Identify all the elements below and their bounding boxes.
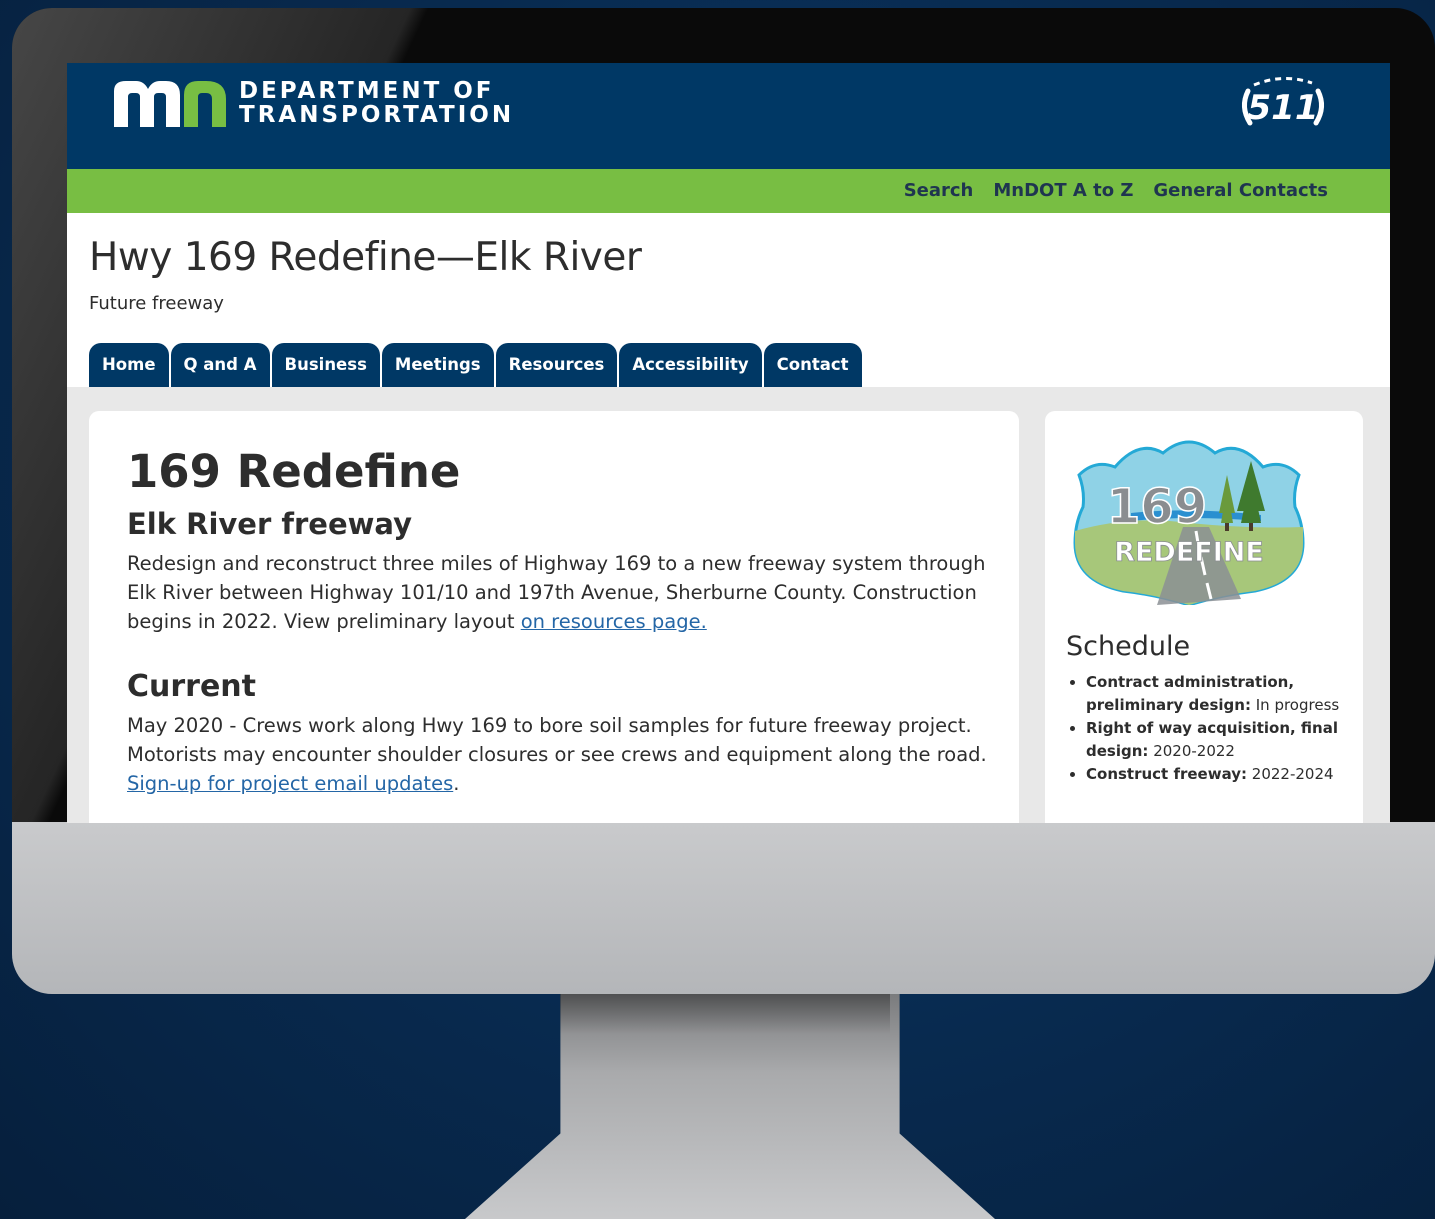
schedule-list: Contract administration, preliminary des… [1066, 671, 1366, 786]
logo-text[interactable]: DEPARTMENT OF TRANSPORTATION [239, 79, 514, 127]
stand-shadow [560, 994, 890, 1034]
current-update-period: . [453, 772, 460, 795]
redefine-logo-icon: 169 REDEFINE [1073, 440, 1305, 605]
tab-accessibility[interactable]: Accessibility [619, 343, 762, 387]
schedule-item-value: In progress [1255, 696, 1340, 714]
resources-page-link[interactable]: on resources page. [521, 610, 707, 633]
schedule-item: Right of way acquisition, final design: … [1086, 717, 1366, 763]
redefine-logo-word: REDEFINE [1114, 537, 1264, 568]
utility-bar: Search MnDOT A to Z General Contacts [67, 169, 1390, 213]
monitor-chin [12, 822, 1435, 994]
badge-511-icon[interactable]: 511 [1234, 73, 1332, 133]
page-subtitle: Future freeway [89, 293, 224, 314]
main-title: 169 Redefine [127, 445, 461, 498]
tab-bar: Home Q and A Business Meetings Resources… [89, 343, 862, 387]
logo-line-2: TRANSPORTATION [239, 102, 515, 128]
tab-resources[interactable]: Resources [495, 343, 618, 387]
schedule-item-value: 2022-2024 [1251, 765, 1334, 783]
sidebar-card: 169 REDEFINE Schedule Contract administr… [1045, 411, 1363, 823]
schedule-item-label: Construct freeway: [1086, 765, 1248, 783]
email-signup-link[interactable]: Sign-up for project email updates [127, 772, 453, 795]
logo-line-1: DEPARTMENT OF [239, 78, 495, 104]
schedule-item: Construct freeway: 2022-2024 [1086, 763, 1366, 786]
tab-q-and-a[interactable]: Q and A [170, 343, 270, 387]
page-title: Hwy 169 Redefine—Elk River [89, 235, 642, 280]
schedule-title: Schedule [1066, 631, 1191, 662]
tab-business[interactable]: Business [271, 343, 380, 387]
schedule-item: Contract administration, preliminary des… [1086, 671, 1366, 717]
tab-home[interactable]: Home [89, 343, 169, 387]
utility-link-search[interactable]: Search [904, 180, 974, 201]
badge-511-text: 511 [1248, 88, 1319, 128]
redefine-logo-number: 169 [1107, 479, 1207, 535]
tab-meetings[interactable]: Meetings [381, 343, 494, 387]
current-title: Current [127, 669, 257, 704]
website-screen: DEPARTMENT OF TRANSPORTATION 511 Search … [67, 63, 1390, 823]
page-head: Hwy 169 Redefine—Elk River Future freewa… [67, 213, 1390, 387]
site-header: DEPARTMENT OF TRANSPORTATION 511 [67, 63, 1390, 169]
mn-logo-icon[interactable] [114, 81, 226, 127]
tab-contact[interactable]: Contact [763, 343, 862, 387]
main-content-card: 169 Redefine Elk River freeway Redesign … [89, 411, 1019, 823]
current-update-text: May 2020 - Crews work along Hwy 169 to b… [127, 714, 987, 766]
main-subtitle: Elk River freeway [127, 507, 413, 541]
project-description: Redesign and reconstruct three miles of … [127, 549, 987, 636]
current-update: May 2020 - Crews work along Hwy 169 to b… [127, 711, 1007, 798]
utility-link-general-contacts[interactable]: General Contacts [1153, 180, 1328, 201]
utility-link-a-to-z[interactable]: MnDOT A to Z [993, 180, 1133, 201]
utility-links: Search MnDOT A to Z General Contacts [904, 180, 1328, 201]
schedule-item-value: 2020-2022 [1153, 742, 1235, 760]
